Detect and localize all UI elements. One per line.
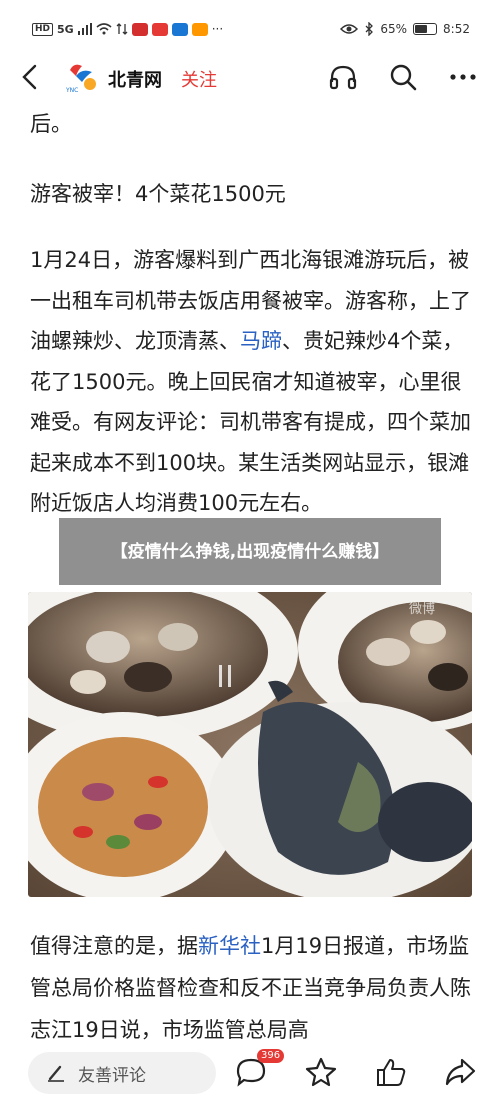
pause-bar-left xyxy=(219,665,222,687)
app-notification-icon-2 xyxy=(151,22,168,36)
source-link[interactable]: 新华社 xyxy=(198,934,261,958)
wifi-icon xyxy=(96,23,112,35)
battery-level xyxy=(415,25,428,33)
status-left: HD 5G ··· xyxy=(32,22,223,36)
article-paragraph-bottom: 值得注意的是，据新华社1月19日报道，市场监管总局价格监督检查和反不正当竞争局负… xyxy=(30,925,478,1051)
bird-logo-icon: YNC xyxy=(65,64,96,94)
search-icon xyxy=(390,64,417,91)
share-arrow-icon xyxy=(445,1058,476,1086)
svg-text:YNC: YNC xyxy=(65,87,78,94)
nav-bar: YNC 北青网 关注 xyxy=(0,58,500,96)
back-arrow-icon xyxy=(22,64,37,90)
site-logo[interactable]: YNC xyxy=(64,60,100,94)
photo-watermark: 微博 xyxy=(409,602,436,617)
more-button[interactable] xyxy=(446,60,480,94)
comment-count-badge: 396 xyxy=(257,1049,285,1063)
app-notification-icon-3 xyxy=(171,22,188,36)
status-right: 65% 8:52 xyxy=(340,22,470,36)
signal-bars-icon xyxy=(77,23,92,35)
site-name[interactable]: 北青网 xyxy=(108,66,162,92)
article-subheadline: 游客被宰！4个菜花1500元 xyxy=(30,182,286,206)
clock: 8:52 xyxy=(443,22,470,36)
overlay-banner: 【疫情什么挣钱,出现疫情什么赚钱】 xyxy=(59,518,441,585)
battery-icon xyxy=(413,23,438,35)
paragraph-text: 值得注意的是，据 xyxy=(30,934,198,958)
keyword-link[interactable]: 马蹄 xyxy=(240,329,282,353)
search-button[interactable] xyxy=(386,60,420,94)
article-photo[interactable] xyxy=(28,592,472,897)
favorite-button[interactable] xyxy=(303,1054,339,1090)
eye-icon xyxy=(340,24,359,34)
signal-indicator: 5G xyxy=(57,22,74,36)
headphones-icon xyxy=(329,65,357,90)
more-notifications-icon: ··· xyxy=(211,22,224,36)
back-button[interactable] xyxy=(14,58,44,96)
comment-placeholder: 友善评论 xyxy=(78,1065,146,1086)
thumbs-up-icon xyxy=(377,1059,406,1086)
listen-button[interactable] xyxy=(326,60,360,94)
pause-icon[interactable] xyxy=(219,665,241,691)
bluetooth-icon xyxy=(365,22,374,36)
food-dishes-photo xyxy=(28,592,472,897)
like-button[interactable] xyxy=(373,1054,409,1090)
share-button[interactable] xyxy=(442,1054,478,1090)
paragraph-text: 、贵妃辣炒4个菜，花了1500元。晚上回民宿才知道被宰，心里很难受。有网友评论：… xyxy=(30,329,471,515)
overlay-text: 【疫情什么挣钱,出现疫情什么赚钱】 xyxy=(110,541,390,562)
hd-indicator: HD xyxy=(32,22,54,36)
app-notification-icon-4 xyxy=(191,22,208,36)
paragraph-tail: 后。 xyxy=(30,112,72,136)
data-transfer-icon xyxy=(116,23,128,35)
star-icon xyxy=(305,1057,337,1087)
pen-icon xyxy=(48,1065,64,1082)
follow-button[interactable]: 关注 xyxy=(181,66,217,92)
app-notification-icon-1 xyxy=(131,22,148,36)
article-paragraph: 1月24日，游客爆料到广西北海银滩游玩后，被一出租车司机带去饭店用餐被宰。游客称… xyxy=(30,240,478,524)
status-bar: HD 5G ··· 65% 8:52 xyxy=(0,0,500,58)
pause-bar-right xyxy=(228,665,231,687)
bottom-action-bar: 友善评论 396 xyxy=(0,1040,500,1105)
more-icon xyxy=(450,74,476,80)
battery-percent: 65% xyxy=(380,22,408,36)
comment-input[interactable]: 友善评论 xyxy=(28,1052,216,1094)
